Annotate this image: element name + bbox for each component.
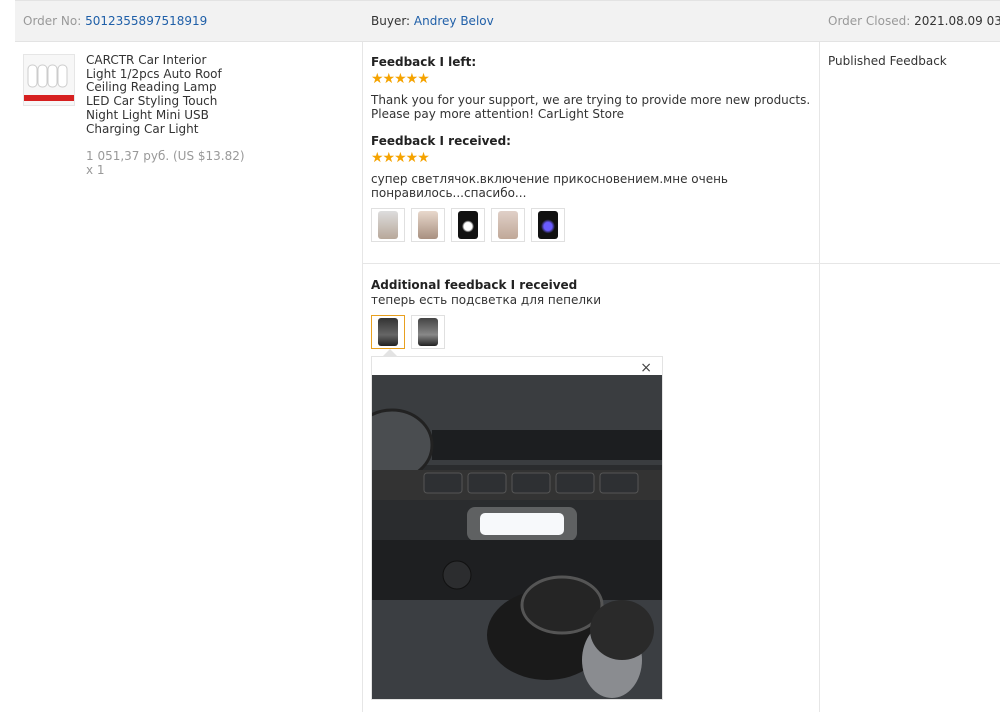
order-closed-label: Order Closed: [828,14,911,28]
feedback-photo-large [372,375,662,699]
photo-icon [378,318,398,346]
row-divider [362,263,1000,264]
product-quantity: x 1 [86,163,105,177]
feedback-left-stars: ★★★★★ [371,71,430,87]
additional-photo-thumb-selected[interactable] [371,315,405,349]
order-closed: Order Closed: 2021.08.09 03:12 [828,14,1000,28]
feedback-photo-thumb[interactable] [371,208,405,242]
additional-feedback-label: Additional feedback I received [371,278,578,292]
viewer-pointer [383,349,397,356]
photo-viewer: × [371,356,663,700]
close-icon[interactable]: × [640,360,652,376]
feedback-photo-thumb[interactable] [531,208,565,242]
buyer: Buyer: Andrey Belov [371,14,494,28]
feedback-left-label: Feedback I left: [371,55,477,69]
order-no-label: Order No: [23,14,82,28]
order-no-link[interactable]: 5012355897518919 [85,14,207,28]
buyer-link[interactable]: Andrey Belov [414,14,494,28]
additional-feedback-photos [371,315,445,349]
feedback-received-text: супер светлячок.включение прикосновением… [371,172,729,200]
additional-photo-thumb[interactable] [411,315,445,349]
feedback-received-photos [371,208,565,242]
feedback-received-stars: ★★★★★ [371,150,430,166]
additional-feedback-text: теперь есть подсветка для пепелки [371,293,602,307]
photo-icon [538,211,558,239]
photo-icon [418,211,438,239]
order-closed-date: 2021.08.09 03:12 [914,14,1000,28]
feedback-photo-thumb[interactable] [451,208,485,242]
feedback-received-label: Feedback I received: [371,134,511,148]
buyer-label: Buyer: [371,14,411,28]
photo-icon [378,211,398,239]
column-divider [819,42,820,712]
photo-icon [458,211,478,239]
feedback-status: Published Feedback [828,54,947,68]
product-price: 1 051,37 руб. (US $13.82) [86,149,245,163]
feedback-photo-thumb[interactable] [411,208,445,242]
feedback-left-text: Thank you for your support, we are tryin… [371,93,811,121]
product-title-link[interactable]: CARCTR Car Interior Light 1/2pcs Auto Ro… [86,53,236,136]
column-divider [362,42,363,712]
product-image-icon [24,55,74,105]
order-header: Order No: 5012355897518919 Buyer: Andrey… [15,0,1000,42]
product-thumbnail[interactable] [23,54,75,106]
feedback-photo-thumb[interactable] [491,208,525,242]
photo-icon [498,211,518,239]
order-number: Order No: 5012355897518919 [23,14,207,28]
product-price-block: 1 051,37 руб. (US $13.82) x 1 [86,149,245,177]
photo-icon [418,318,438,346]
